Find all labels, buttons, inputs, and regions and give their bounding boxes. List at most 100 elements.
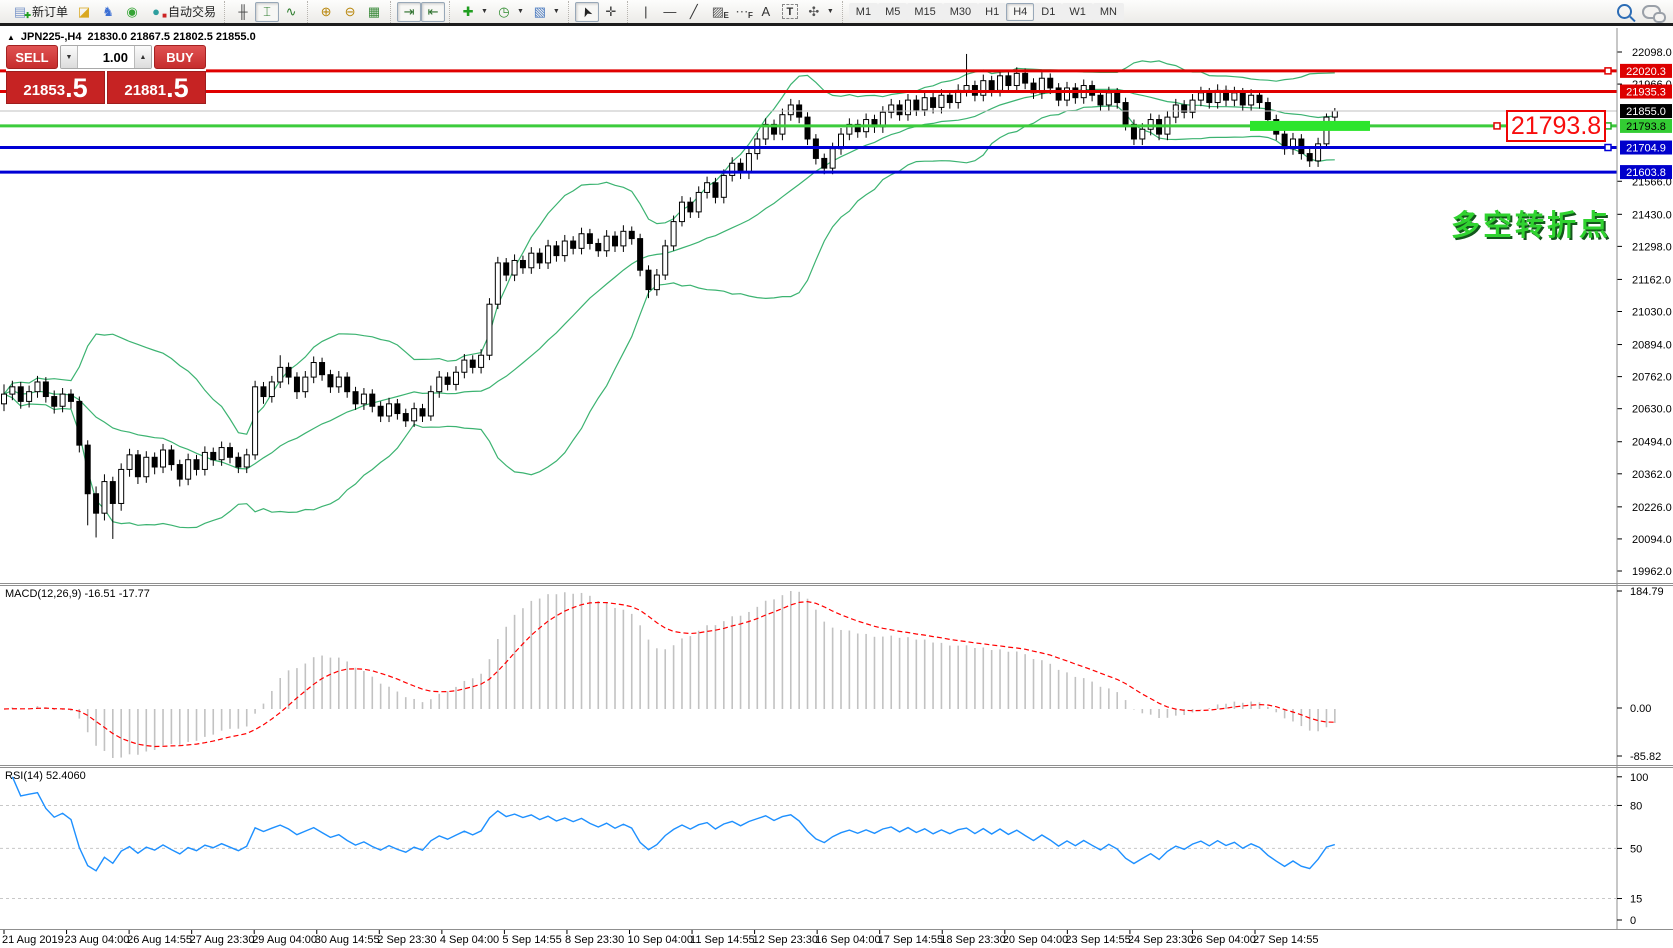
candle-body — [679, 202, 684, 221]
timeframe-m15-button[interactable]: M15 — [907, 3, 942, 21]
buy-price-display[interactable]: 21881.5 — [107, 71, 206, 104]
price-tick-label: 21430.0 — [1632, 209, 1672, 221]
search-icon[interactable] — [1617, 4, 1632, 19]
timeframe-m1-button[interactable]: M1 — [849, 3, 878, 21]
templates-button[interactable]: ▧▼ — [528, 2, 564, 22]
candle-body — [1307, 154, 1312, 161]
time-axis-label: 16 Sep 04:00 — [815, 934, 880, 946]
candle-body — [1198, 93, 1203, 100]
periods-button[interactable]: ◷▼ — [492, 2, 528, 22]
chart-canvas[interactable]: 22098.021966.021566.021430.021298.021162… — [0, 0, 1673, 948]
arrows-button[interactable]: ✣▼ — [802, 2, 838, 22]
bar-chart-button[interactable]: ╫ — [231, 2, 255, 22]
indicators-button[interactable]: ✚▼ — [456, 2, 492, 22]
candle-body — [897, 105, 902, 115]
collapse-panel-icon[interactable]: ▲ — [7, 33, 15, 42]
sell-price-display[interactable]: 21853.5 — [6, 71, 105, 104]
candle-body — [705, 183, 710, 193]
macd-axis-label: -85.82 — [1630, 751, 1661, 763]
time-axis-label: 5 Sep 14:55 — [502, 934, 561, 946]
signals-icon-icon: ◉ — [124, 4, 140, 20]
zoom-out-button[interactable]: ⊖ — [338, 2, 362, 22]
timeframe-w1-button[interactable]: W1 — [1062, 3, 1093, 21]
chat-icon[interactable] — [1642, 5, 1661, 19]
timeframe-mn-button[interactable]: MN — [1093, 3, 1124, 21]
candle-body — [780, 115, 785, 134]
volume-increase-button[interactable]: ▲ — [134, 46, 151, 68]
crosshair-button[interactable]: ✛ — [599, 2, 623, 22]
timeframe-m5-button[interactable]: M5 — [878, 3, 907, 21]
candle-body — [119, 469, 124, 503]
candle-body — [805, 117, 810, 139]
candle-body — [1240, 93, 1245, 105]
sell-button[interactable]: SELL — [6, 45, 58, 69]
eraser-icon-icon: ◪ — [76, 4, 92, 20]
market-watch-icon[interactable]: ♞ — [96, 2, 120, 22]
eraser-icon[interactable]: ◪ — [72, 2, 96, 22]
timeframe-m30-button[interactable]: M30 — [943, 3, 978, 21]
rsi-axis-label: 80 — [1630, 800, 1642, 812]
text-label-button[interactable]: T — [778, 2, 802, 22]
candle-body — [202, 452, 207, 469]
candle-body — [1232, 93, 1237, 100]
candle-body — [470, 360, 475, 367]
vertical-line-button[interactable]: | — [634, 2, 658, 22]
candlestick-chart-button[interactable]: ⌶ — [255, 2, 279, 22]
price-badge-label: 21855.0 — [1626, 106, 1666, 118]
candle-body — [169, 450, 174, 465]
volume-input[interactable] — [78, 46, 134, 68]
signals-icon[interactable]: ◉ — [120, 2, 144, 22]
candle-body — [370, 394, 375, 406]
candle-body — [1332, 111, 1337, 117]
periods-icon: ◷ — [496, 4, 512, 20]
candle-body — [822, 158, 827, 168]
time-axis-label: 11 Sep 14:55 — [690, 934, 755, 946]
macd-indicator-label: MACD(12,26,9) -16.51 -17.77 — [5, 588, 150, 600]
candle-body — [361, 394, 366, 404]
fibonacci-button[interactable]: ⋯F — [730, 2, 754, 22]
arrows-icon: ✣ — [806, 4, 822, 20]
auto-scroll-button[interactable]: ⇥ — [397, 2, 421, 22]
chart-shift-button[interactable]: ⇤ — [421, 2, 445, 22]
candle-body — [1056, 88, 1061, 100]
candle-body — [428, 392, 433, 416]
candle-body — [286, 367, 291, 377]
candle-body — [1106, 93, 1111, 105]
indicators-icon: ✚ — [460, 4, 476, 20]
text-button[interactable]: A — [754, 2, 778, 22]
timeframe-d1-button[interactable]: D1 — [1034, 3, 1062, 21]
line-marker — [1605, 145, 1611, 151]
new-order-button[interactable]: ▤✚新订单 — [8, 2, 72, 22]
support-highlight-zone — [1250, 121, 1370, 131]
time-axis-label: 27 Sep 14:55 — [1253, 934, 1318, 946]
chevron-down-icon: ▼ — [517, 8, 524, 15]
price-tick-label: 22098.0 — [1632, 47, 1672, 59]
tile-windows-button[interactable]: ▦ — [362, 2, 386, 22]
candle-body — [931, 98, 936, 108]
buy-button[interactable]: BUY — [154, 45, 206, 69]
cursor-button[interactable]: ➤ — [575, 2, 599, 22]
equidistant-channel-button[interactable]: ▨E — [706, 2, 730, 22]
candle-body — [579, 234, 584, 249]
candle-body — [18, 387, 23, 402]
trendline-button[interactable]: ╱ — [682, 2, 706, 22]
candle-body — [922, 98, 927, 110]
autotrading-button[interactable]: ●■自动交易 — [144, 2, 220, 22]
line-marker — [1494, 123, 1500, 129]
toolbar-group: M1M5M15M30H1H4D1W1MN — [842, 1, 1128, 23]
candle-body — [186, 460, 191, 479]
horizontal-line-button[interactable]: — — [658, 2, 682, 22]
zoom-in-button[interactable]: ⊕ — [314, 2, 338, 22]
price-tick-label: 21162.0 — [1632, 274, 1671, 286]
price-tick-label: 20362.0 — [1632, 469, 1672, 481]
zoom-in-icon: ⊕ — [318, 4, 334, 20]
timeframe-h4-button[interactable]: H4 — [1006, 3, 1034, 21]
toolbar-group: ✚▼◷▼▧▼ — [449, 1, 568, 23]
timeframe-h1-button[interactable]: H1 — [978, 3, 1006, 21]
candle-body — [947, 95, 952, 102]
volume-decrease-button[interactable]: ▼ — [61, 46, 78, 68]
chevron-down-icon: ▼ — [827, 8, 834, 15]
price-tick-label: 20094.0 — [1632, 534, 1672, 546]
line-chart-button[interactable]: ∿ — [279, 2, 303, 22]
toolbar-group: ➤✛ — [568, 1, 627, 23]
